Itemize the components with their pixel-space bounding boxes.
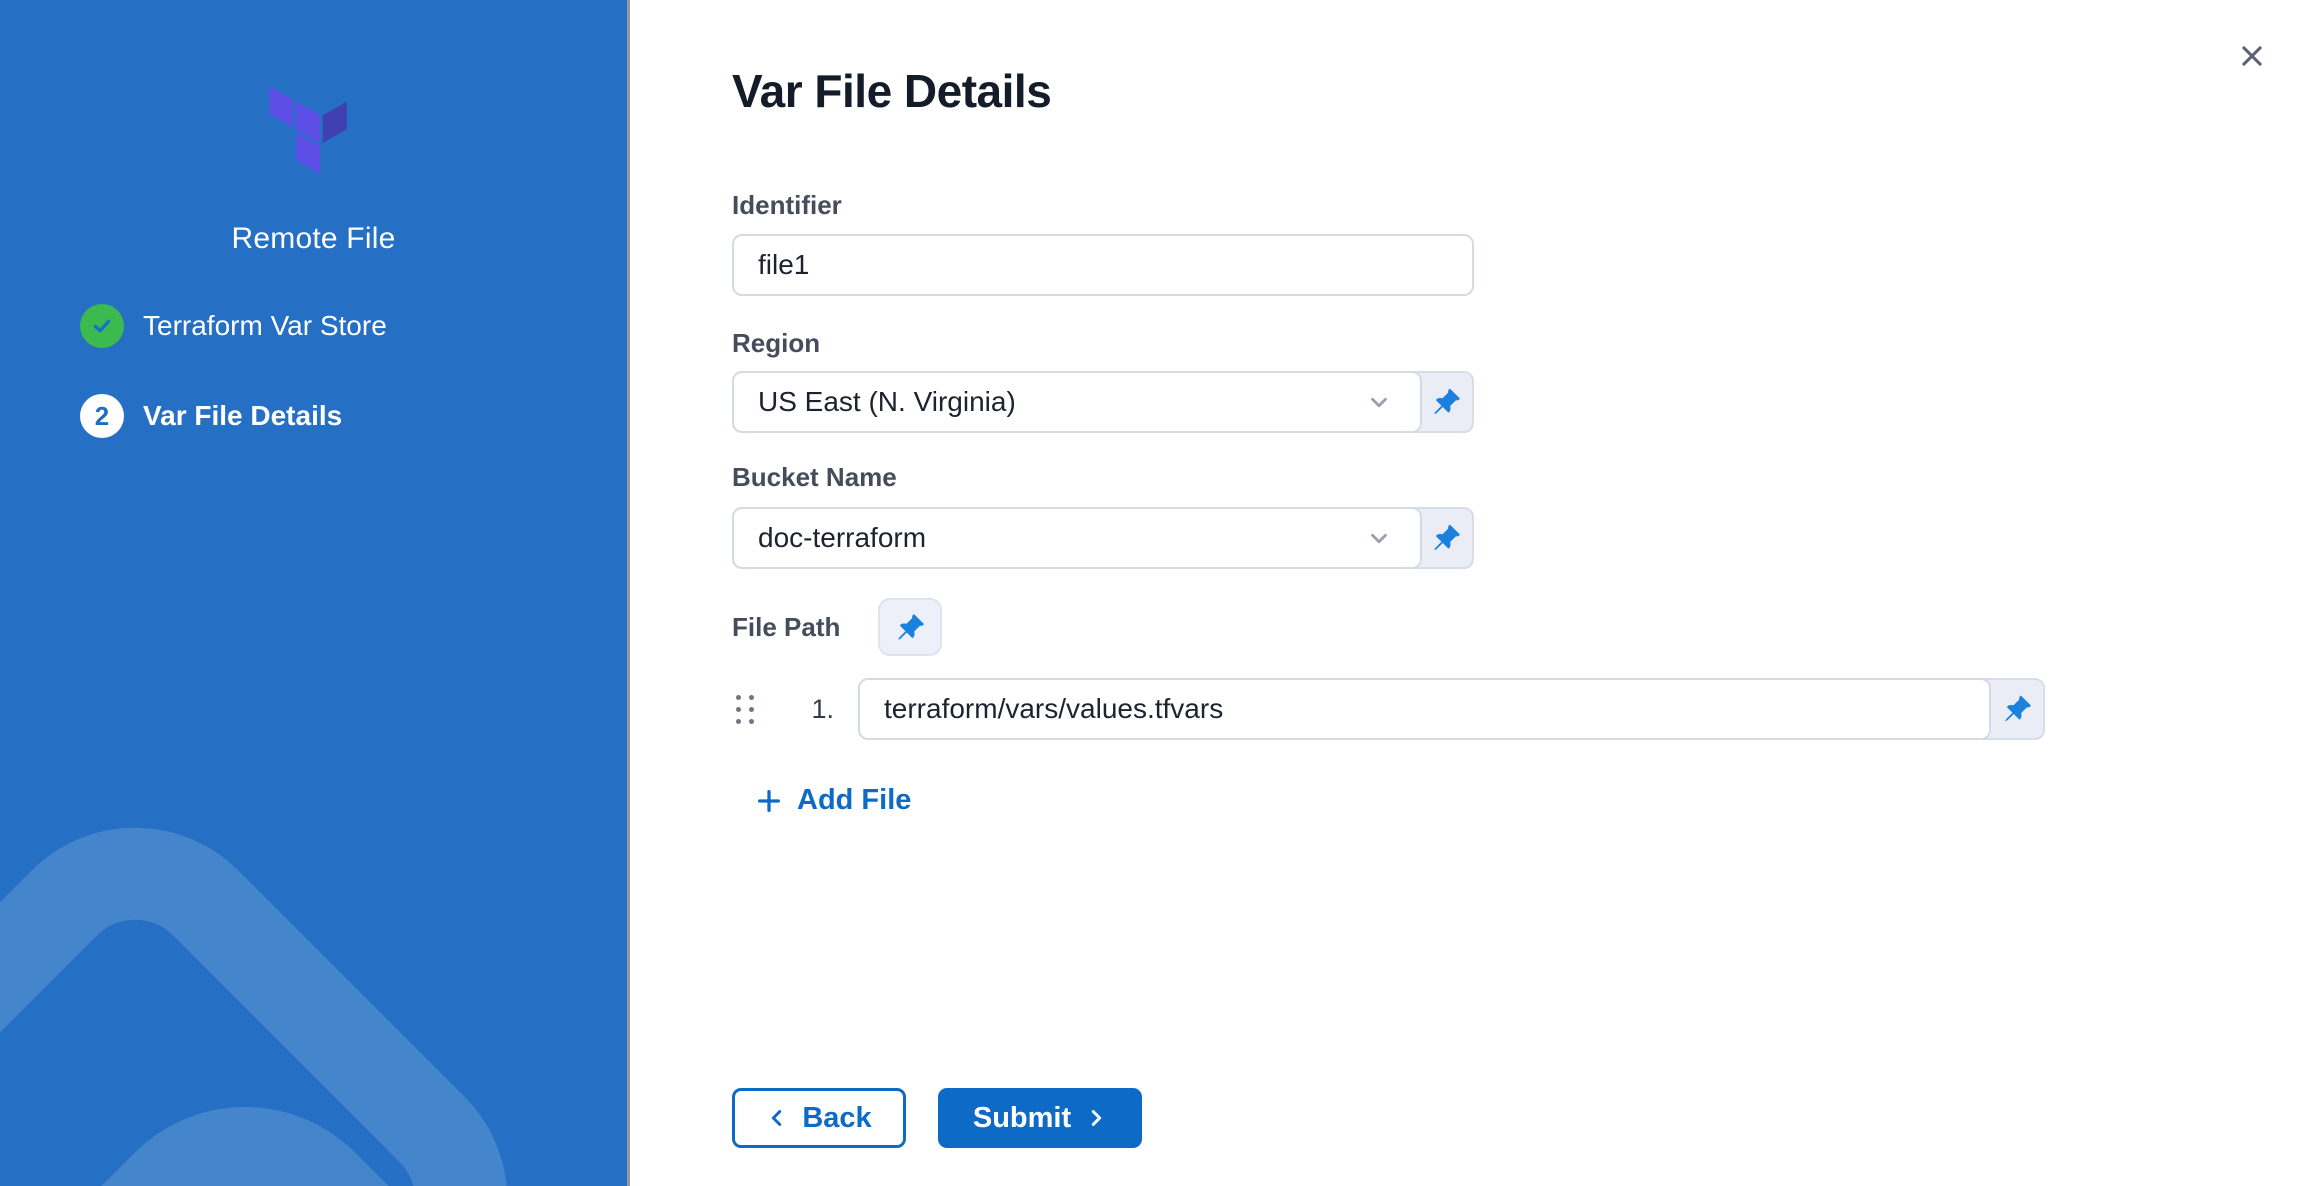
bucket-selected-value: doc-terraform [734,522,1366,554]
add-file-label: Add File [797,784,911,817]
drag-handle[interactable] [736,695,754,724]
identifier-input[interactable] [732,234,1474,296]
file-path-input[interactable] [858,678,1991,740]
chevron-down-icon [1366,389,1392,415]
wizard-sidebar: Remote File Terraform Var Store 2 Var Fi… [0,0,630,1186]
step-label: Terraform Var Store [143,310,387,342]
region-label: Region [732,328,820,359]
step-number: 2 [95,401,109,432]
submit-button-label: Submit [973,1102,1071,1135]
chevron-left-icon [766,1107,788,1129]
terraform-logo-icon [264,80,352,180]
region-select[interactable]: US East (N. Virginia) [732,371,1422,433]
back-button[interactable]: Back [732,1088,906,1148]
step-terraform-var-store[interactable]: Terraform Var Store [80,304,387,348]
plus-icon [755,787,783,815]
step-completed-badge [80,304,124,348]
file-path-field [858,678,2045,740]
bucket-name-field: doc-terraform [732,507,1474,569]
pin-icon [896,613,925,642]
chevron-down-icon [1366,525,1392,551]
step-label: Var File Details [143,400,342,432]
region-selected-value: US East (N. Virginia) [734,386,1366,418]
file-path-header: File Path [732,598,942,656]
identifier-label: Identifier [732,190,842,221]
chevron-right-icon [1085,1107,1107,1129]
pin-icon [1432,388,1461,417]
pin-icon [1432,524,1461,553]
step-number-badge: 2 [80,394,124,438]
wizard-steps: Terraform Var Store 2 Var File Details [80,304,387,484]
bucket-name-select[interactable]: doc-terraform [732,507,1422,569]
step-var-file-details[interactable]: 2 Var File Details [80,394,387,438]
close-button[interactable] [2234,38,2270,74]
wizard-dialog: Remote File Terraform Var Store 2 Var Fi… [0,0,2318,1186]
check-icon [90,314,114,338]
close-icon [2238,42,2266,70]
product-title: Remote File [0,222,627,256]
file-path-pin-button[interactable] [878,598,942,656]
add-file-button[interactable]: Add File [755,784,911,817]
submit-button[interactable]: Submit [938,1088,1142,1148]
var-file-details-panel: Var File Details Identifier Region US Ea… [630,0,2318,1186]
file-path-row: 1. [732,678,2045,740]
file-path-label: File Path [732,612,840,643]
bucket-name-label: Bucket Name [732,462,897,493]
back-button-label: Back [802,1102,871,1135]
dialog-actions: Back Submit [732,1088,1142,1148]
file-row-index: 1. [798,694,834,725]
page-title: Var File Details [732,64,1051,118]
pin-icon [2003,695,2032,724]
region-field: US East (N. Virginia) [732,371,1474,433]
